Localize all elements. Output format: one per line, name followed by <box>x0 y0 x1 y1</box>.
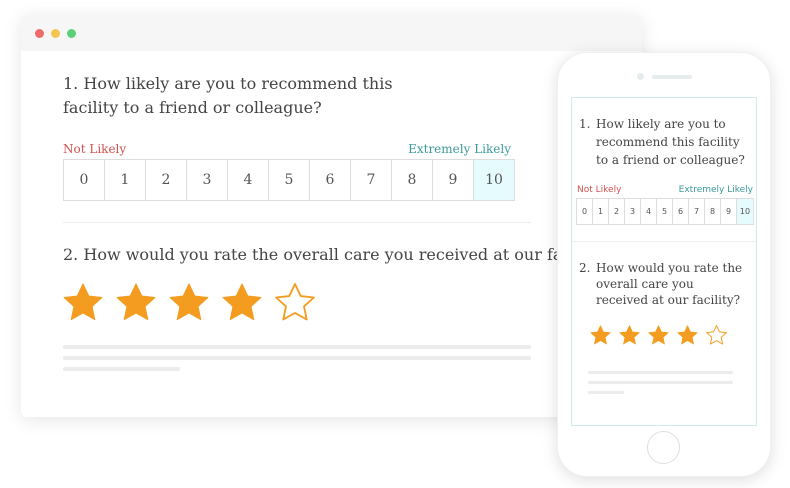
nps-scale: 0 1 2 3 4 5 6 7 8 9 10 <box>63 159 515 201</box>
scale-labels: Not Likely Extremely Likely <box>63 142 511 156</box>
nps-option-7[interactable]: 7 <box>351 160 392 200</box>
nps-option-4[interactable]: 4 <box>228 160 269 200</box>
mobile-nps-option-6[interactable]: 6 <box>673 199 689 224</box>
mobile-question-2-text: How would you rate the overall care you … <box>596 261 743 307</box>
placeholder-line <box>63 367 180 371</box>
mobile-star-rating <box>589 324 734 347</box>
desktop-star-filled-icon-2[interactable] <box>114 281 158 325</box>
minimize-window-dot[interactable] <box>51 29 60 38</box>
mobile-star-filled-icon-1[interactable] <box>589 324 612 347</box>
mobile-nps-option-7[interactable]: 7 <box>689 199 705 224</box>
mobile-nps-option-9[interactable]: 9 <box>721 199 737 224</box>
placeholder-line <box>63 356 531 360</box>
mobile-question-1-number: 1. <box>579 117 591 131</box>
mobile-label-extremely-likely: Extremely Likely <box>678 185 753 195</box>
question-2: 2. How would you rate the overall care y… <box>63 243 611 267</box>
nps-option-3[interactable]: 3 <box>187 160 228 200</box>
nps-option-0[interactable]: 0 <box>64 160 105 200</box>
nps-option-10[interactable]: 10 <box>474 160 514 200</box>
mobile-nps-option-3[interactable]: 3 <box>625 199 641 224</box>
label-extremely-likely: Extremely Likely <box>408 142 511 156</box>
label-not-likely: Not Likely <box>63 142 127 156</box>
mobile-star-filled-icon-2[interactable] <box>618 324 641 347</box>
desktop-star-filled-icon-3[interactable] <box>167 281 211 325</box>
mobile-phone-mockup: 1. How likely are you to recommend this … <box>557 52 771 477</box>
mobile-nps-option-4[interactable]: 4 <box>641 199 657 224</box>
mobile-question-1-text: How likely are you to recommend this fac… <box>596 117 745 167</box>
nps-option-5[interactable]: 5 <box>269 160 310 200</box>
question-divider <box>63 222 531 223</box>
placeholder-line <box>63 345 531 349</box>
mobile-nps-option-8[interactable]: 8 <box>705 199 721 224</box>
nps-option-2[interactable]: 2 <box>146 160 187 200</box>
mobile-placeholder-line <box>588 381 733 384</box>
nps-option-9[interactable]: 9 <box>433 160 474 200</box>
phone-speaker <box>652 75 692 79</box>
question-1-number: 1. <box>63 74 79 93</box>
mobile-nps-scale: 0 1 2 3 4 5 6 7 8 9 10 <box>576 198 754 225</box>
mobile-nps-option-5[interactable]: 5 <box>657 199 673 224</box>
nps-option-1[interactable]: 1 <box>105 160 146 200</box>
phone-camera <box>637 73 644 80</box>
star-rating <box>61 281 326 325</box>
question-1-text: How likely are you to recommend this fac… <box>63 74 393 117</box>
desktop-star-filled-icon-1[interactable] <box>61 281 105 325</box>
mobile-label-not-likely: Not Likely <box>577 185 622 195</box>
desktop-star-outline-icon-5[interactable] <box>273 281 317 325</box>
desktop-browser-window: 1. How likely are you to recommend this … <box>21 15 642 417</box>
mobile-nps-option-0[interactable]: 0 <box>577 199 593 224</box>
home-button[interactable] <box>647 431 680 464</box>
mobile-question-2: 2. How would you rate the overall care y… <box>579 260 749 308</box>
question-2-text: How would you rate the overall care you … <box>83 245 611 264</box>
mobile-nps-option-10[interactable]: 10 <box>737 199 753 224</box>
desktop-star-filled-icon-4[interactable] <box>220 281 264 325</box>
mobile-star-outline-icon-5[interactable] <box>705 324 728 347</box>
mobile-question-divider <box>572 241 756 242</box>
mobile-question-1: 1. How likely are you to recommend this … <box>579 115 749 169</box>
mobile-star-filled-icon-3[interactable] <box>647 324 670 347</box>
mobile-placeholder-line <box>588 371 733 374</box>
close-window-dot[interactable] <box>35 29 44 38</box>
question-2-number: 2. <box>63 245 79 264</box>
mobile-question-2-number: 2. <box>579 261 591 275</box>
mobile-star-filled-icon-4[interactable] <box>676 324 699 347</box>
mobile-nps-option-2[interactable]: 2 <box>609 199 625 224</box>
mobile-nps-option-1[interactable]: 1 <box>593 199 609 224</box>
browser-titlebar <box>21 15 642 51</box>
maximize-window-dot[interactable] <box>67 29 76 38</box>
question-1: 1. How likely are you to recommend this … <box>63 72 443 120</box>
phone-screen: 1. How likely are you to recommend this … <box>571 97 757 426</box>
mobile-placeholder-line <box>588 391 624 394</box>
nps-option-8[interactable]: 8 <box>392 160 433 200</box>
nps-option-6[interactable]: 6 <box>310 160 351 200</box>
